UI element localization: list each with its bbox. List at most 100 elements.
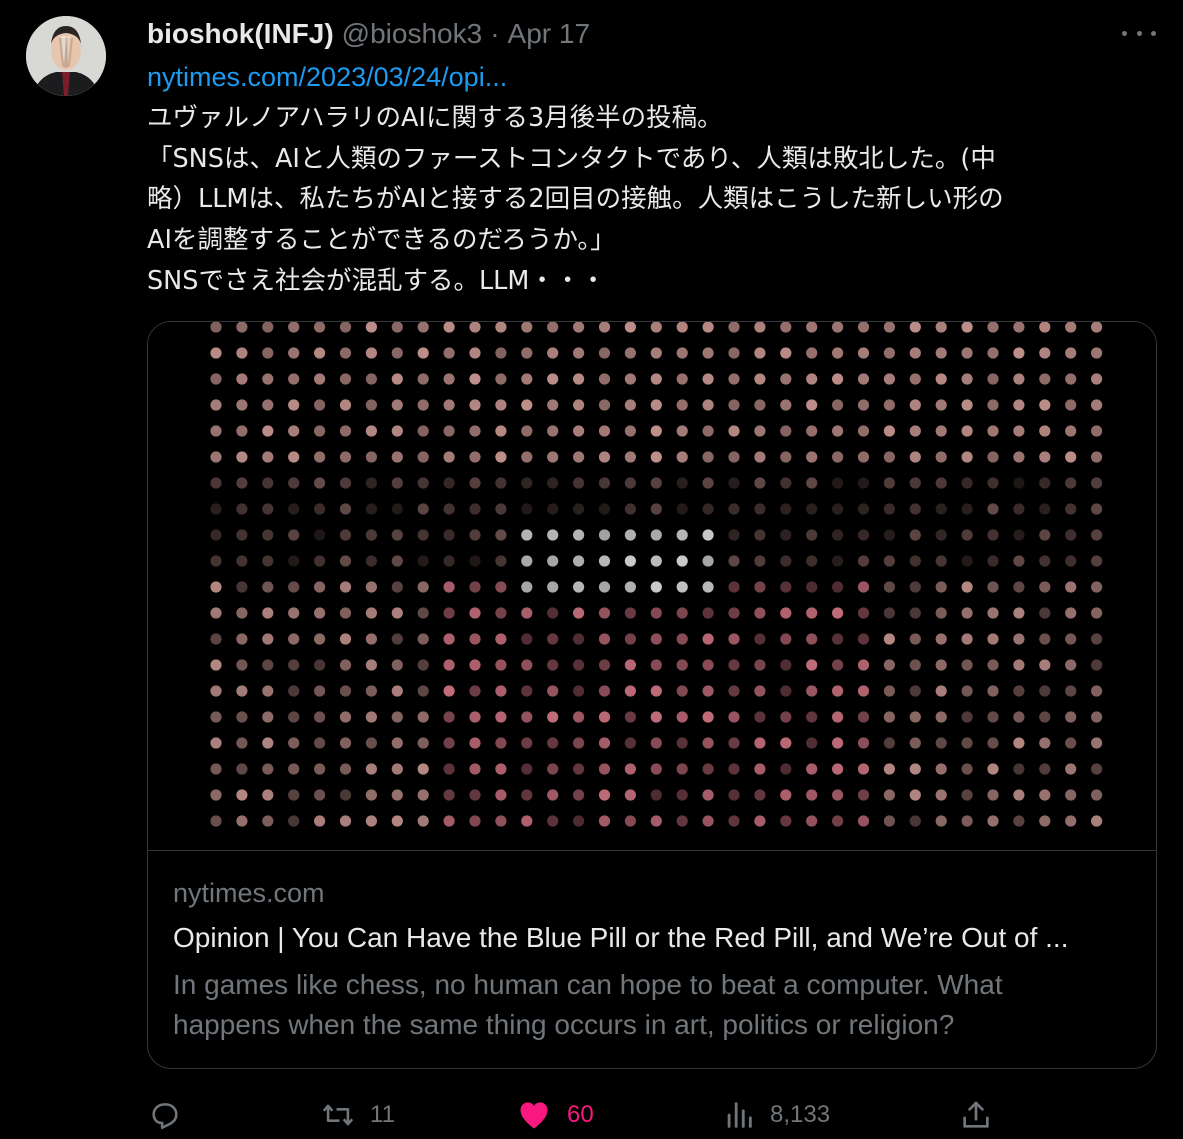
share-button[interactable] xyxy=(958,1093,994,1137)
image-dot xyxy=(469,763,481,775)
image-dot xyxy=(417,373,429,385)
image-dot xyxy=(832,373,844,385)
image-dot xyxy=(210,477,222,489)
image-dot xyxy=(909,503,921,515)
image-dot xyxy=(987,607,999,619)
retweet-button[interactable]: 11 xyxy=(320,1093,395,1137)
image-dot xyxy=(961,451,973,463)
image-dot xyxy=(547,763,559,775)
handle[interactable]: @bioshok3 xyxy=(342,18,483,50)
image-dot xyxy=(650,685,662,697)
image-dot xyxy=(780,815,792,827)
image-dot xyxy=(365,322,377,333)
image-dot xyxy=(314,581,326,593)
tweet-link[interactable]: nytimes.com/2023/03/24/opi... xyxy=(147,58,507,96)
image-dot xyxy=(365,633,377,645)
image-dot xyxy=(417,477,429,489)
image-dot xyxy=(547,711,559,723)
views-button[interactable]: 8,133 xyxy=(722,1093,830,1137)
image-dot xyxy=(1013,555,1025,567)
image-dot xyxy=(832,711,844,723)
tweet-text-line: SNSでさえ社会が混乱する。LLM・・・ xyxy=(147,265,606,296)
more-options-icon[interactable] xyxy=(1122,20,1156,46)
image-dot xyxy=(935,451,947,463)
image-dot xyxy=(365,815,377,827)
image-dot xyxy=(935,815,947,827)
image-dot xyxy=(987,529,999,541)
image-dot xyxy=(754,815,766,827)
image-dot xyxy=(1091,477,1103,489)
image-dot xyxy=(1091,711,1103,723)
image-dot xyxy=(1039,399,1051,411)
image-dot xyxy=(935,659,947,671)
image-dot xyxy=(806,633,818,645)
image-dot xyxy=(547,399,559,411)
image-dot xyxy=(262,737,274,749)
image-dot xyxy=(495,633,507,645)
image-dot xyxy=(650,503,662,515)
image-dot xyxy=(624,555,636,567)
image-dot xyxy=(883,555,896,567)
image-dot xyxy=(780,425,792,437)
image-dot xyxy=(1065,763,1077,775)
image-dot xyxy=(262,477,274,489)
image-dot xyxy=(806,815,818,827)
image-dot xyxy=(547,685,559,697)
image-dot xyxy=(210,529,222,541)
image-dot xyxy=(573,529,585,541)
image-dot xyxy=(443,815,455,827)
link-preview-card[interactable]: nytimes.com Opinion | You Can Have the B… xyxy=(147,321,1157,1069)
display-name[interactable]: bioshok(INFJ) xyxy=(147,18,334,50)
image-dot xyxy=(935,529,947,541)
image-dot xyxy=(495,607,507,619)
image-dot xyxy=(754,555,766,567)
image-dot xyxy=(288,399,300,411)
image-dot xyxy=(598,373,611,385)
image-dot xyxy=(236,815,248,827)
image-dot xyxy=(495,685,507,697)
image-dot xyxy=(288,581,300,593)
image-dot xyxy=(495,581,507,593)
image-dot xyxy=(728,425,740,437)
like-button[interactable]: 60 xyxy=(515,1093,594,1137)
image-dot xyxy=(650,815,662,827)
image-dot xyxy=(935,555,947,567)
image-dot xyxy=(210,815,222,827)
image-dot xyxy=(1091,399,1103,411)
image-dot xyxy=(469,659,481,671)
image-dot xyxy=(288,503,300,515)
image-dot xyxy=(391,711,403,723)
image-dot xyxy=(547,581,559,593)
image-dot xyxy=(262,399,274,411)
image-dot xyxy=(806,581,818,593)
image-dot xyxy=(883,789,896,801)
image-dot xyxy=(702,322,714,333)
image-dot xyxy=(262,322,274,333)
image-dot xyxy=(728,399,740,411)
image-dot xyxy=(365,477,377,489)
image-dot xyxy=(573,322,585,333)
reply-button[interactable] xyxy=(148,1093,182,1137)
image-dot xyxy=(288,347,300,359)
image-dot xyxy=(806,685,818,697)
avatar[interactable] xyxy=(26,16,106,96)
image-dot xyxy=(780,503,792,515)
image-dot xyxy=(857,425,870,437)
image-dot xyxy=(598,633,611,645)
image-dot xyxy=(443,503,455,515)
image-dot xyxy=(469,711,481,723)
image-dot xyxy=(521,451,533,463)
image-dot xyxy=(391,503,403,515)
image-dot xyxy=(676,347,688,359)
image-dot xyxy=(780,763,792,775)
image-dot xyxy=(935,477,947,489)
image-dot xyxy=(573,399,585,411)
image-dot xyxy=(417,633,429,645)
image-dot xyxy=(1091,347,1103,359)
image-dot xyxy=(262,815,274,827)
image-dot xyxy=(598,555,611,567)
image-dot xyxy=(909,322,921,333)
image-dot xyxy=(236,659,248,671)
image-dot xyxy=(365,451,377,463)
tweet-date[interactable]: Apr 17 xyxy=(508,18,591,50)
